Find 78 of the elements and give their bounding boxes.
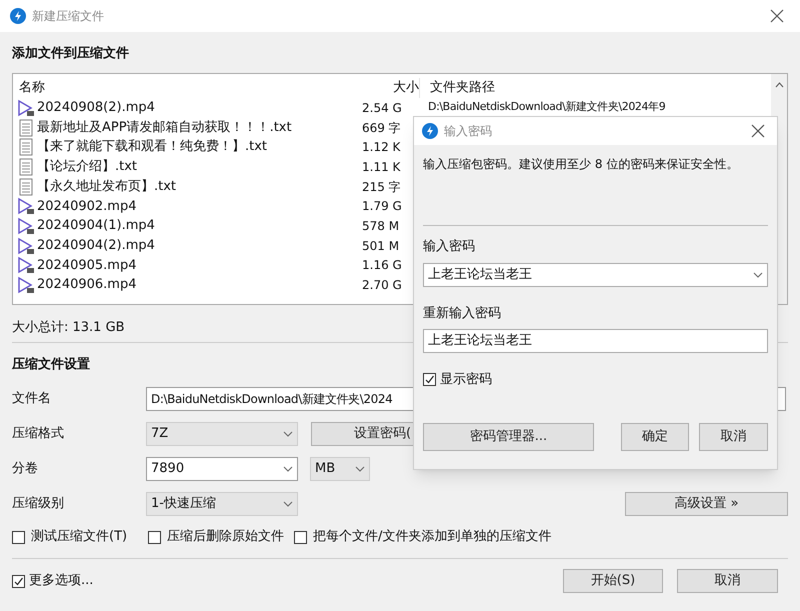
document-icon: [17, 158, 35, 176]
document-icon: [17, 118, 35, 137]
file-name[interactable]: 20240904(1).mp4: [37, 216, 155, 236]
file-size: 1.12 K: [362, 139, 400, 156]
checkbox[interactable]: [12, 530, 25, 544]
document-icon: [17, 138, 35, 156]
file-size: 669 字: [362, 120, 401, 137]
section-heading: 添加文件到压缩文件: [12, 44, 130, 62]
checkbox[interactable]: [12, 574, 25, 588]
video-file-icon: [17, 276, 35, 294]
option-label: 把每个文件/文件夹添加到单独的压缩文件: [313, 528, 552, 546]
folder-path: D:\BaiduNetdiskDownload\新建文件夹\2024年9: [428, 100, 666, 114]
column-header[interactable]: 文件夹路径: [419, 78, 495, 98]
file-size: 2.54 G: [362, 100, 402, 117]
chevron-down-icon: [753, 272, 763, 278]
field-label: 压缩格式: [12, 425, 65, 444]
file-size: 1.16 G: [362, 257, 402, 274]
column-header[interactable]: 大小: [373, 78, 419, 98]
scroll-up-icon[interactable]: [774, 82, 784, 88]
field-label: 分卷: [12, 460, 39, 478]
chevron-down-icon: [283, 431, 293, 437]
advanced-settings-button[interactable]: 高级设置 »: [625, 492, 788, 516]
file-name[interactable]: 【永久地址发布页】.txt: [37, 176, 176, 196]
video-file-icon: [17, 197, 35, 216]
unit-dropdown[interactable]: MB: [310, 457, 370, 481]
video-file-icon: [17, 236, 35, 255]
option-label: 压缩后删除原始文件: [167, 528, 284, 546]
field-label: 输入密码: [423, 238, 476, 256]
password-manager-button[interactable]: 密码管理器...: [423, 422, 594, 450]
level-dropdown[interactable]: 1-快速压缩: [146, 492, 298, 516]
confirm-password-field[interactable]: 上老王论坛当老王: [423, 329, 768, 353]
app-logo-icon: [422, 123, 438, 139]
checkbox[interactable]: [423, 373, 436, 386]
file-name[interactable]: 20240905.mp4: [37, 256, 136, 276]
file-name[interactable]: 20240902.mp4: [37, 196, 136, 216]
file-name[interactable]: 【论坛介绍】.txt: [37, 157, 138, 177]
checkbox[interactable]: [148, 530, 161, 544]
start-button[interactable]: 开始(S): [563, 569, 663, 593]
close-icon[interactable]: [770, 9, 784, 23]
file-size: 501 M: [362, 238, 400, 255]
chevron-down-icon: [283, 501, 293, 507]
file-size: 1.79 G: [362, 198, 402, 216]
file-name[interactable]: 【来了就能下载和观看！纯免费！】.txt: [37, 137, 268, 157]
password-field[interactable]: 上老王论坛当老王: [423, 262, 768, 286]
video-file-icon: [17, 98, 35, 117]
option-label: 测试压缩文件(T): [31, 528, 128, 546]
video-file-icon: [17, 256, 35, 274]
split-size-field[interactable]: 7890: [146, 457, 298, 481]
column-header[interactable]: 名称: [13, 78, 373, 98]
field-label: 重新输入密码: [423, 304, 502, 322]
dialog-title: 输入密码: [444, 123, 492, 140]
cancel-button[interactable]: 取消: [699, 422, 768, 450]
checkbox[interactable]: [294, 530, 307, 544]
cancel-button[interactable]: 取消: [677, 569, 778, 593]
chevron-down-icon: [283, 466, 293, 472]
chevron-down-icon: [355, 466, 365, 472]
file-name[interactable]: 20240906.mp4: [37, 275, 136, 295]
field-label: 压缩级别: [12, 495, 65, 514]
file-size: 1.11 K: [362, 158, 400, 176]
file-size: 578 M: [362, 218, 400, 235]
file-size: 215 字: [362, 178, 401, 196]
ok-button[interactable]: 确定: [621, 422, 689, 450]
window-title: 新建压缩文件: [32, 8, 104, 25]
file-name[interactable]: 最新地址及APP请发邮箱自动获取！！！.txt: [37, 118, 292, 138]
video-file-icon: [17, 216, 35, 235]
field-label: 文件名: [12, 390, 52, 408]
close-icon[interactable]: [751, 124, 765, 138]
file-name[interactable]: 20240908(2).mp4: [37, 98, 155, 118]
section-heading: 压缩文件设置: [12, 356, 91, 373]
dialog-message: 输入压缩包密码。建议使用至少 8 位的密码来保证安全性。: [423, 156, 740, 173]
option-label: 显示密码: [440, 371, 492, 389]
file-name[interactable]: 20240904(2).mp4: [37, 236, 155, 256]
option-label: 更多选项...: [29, 572, 94, 590]
total-size: 大小总计: 13.1 GB: [12, 319, 125, 336]
file-size: 2.70 G: [362, 277, 402, 294]
document-icon: [17, 178, 35, 196]
app-logo-icon: [10, 8, 26, 24]
format-dropdown[interactable]: 7Z: [146, 422, 298, 446]
